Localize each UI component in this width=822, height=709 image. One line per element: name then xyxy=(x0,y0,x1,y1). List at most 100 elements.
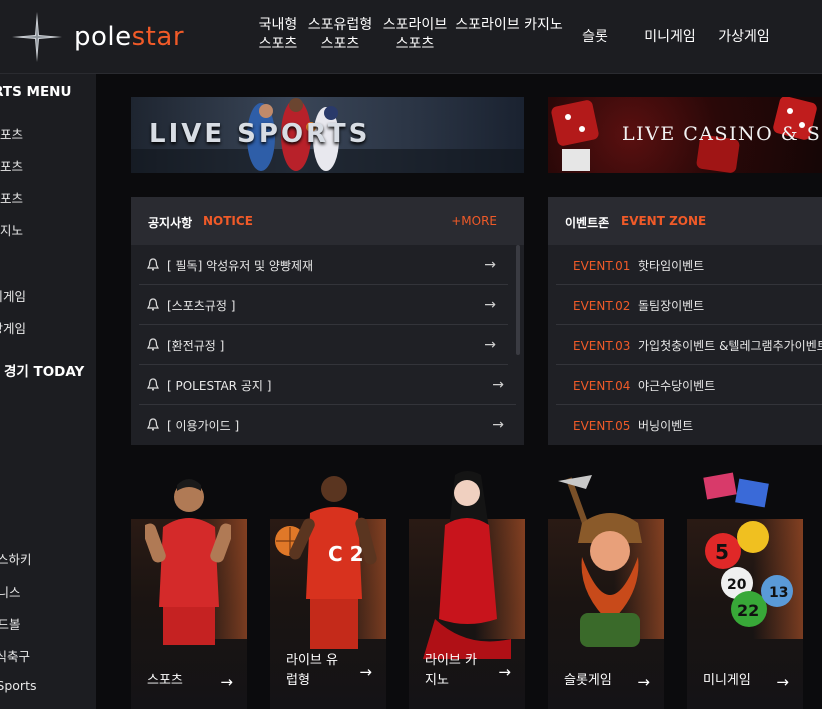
dwarf-character-image xyxy=(558,475,642,647)
sidebar: SPORTS MENU 국내형 스포츠 유럽형 스포츠 라이브 스포츠 라이브 … xyxy=(0,74,96,709)
event-item[interactable]: EVENT.05 버닝이벤트 xyxy=(556,405,822,445)
category-card-live-european[interactable]: C 2 라이브 유럽형 → xyxy=(270,476,386,709)
event-header: 이벤트존 EVENT ZONE xyxy=(548,197,822,245)
arrow-right-icon: → xyxy=(484,257,496,273)
category-label: 미니게임 xyxy=(703,673,751,688)
soccer-player-image xyxy=(145,479,231,645)
nav-live-sports[interactable]: 스포라이브스포츠 xyxy=(378,16,452,54)
notice-item-text: [스포츠규정 ] xyxy=(167,299,236,313)
event-number: EVENT.05 xyxy=(573,419,631,433)
event-item[interactable]: EVENT.04 야근수당이벤트 xyxy=(556,365,822,405)
event-name: 가입첫충이벤트 &텔레그램추가이벤트 xyxy=(637,339,822,353)
sidebar-today-football[interactable]: 미식축구 xyxy=(0,646,30,665)
notice-title-en: NOTICE xyxy=(203,214,253,228)
casino-host-image xyxy=(423,471,511,659)
category-card-sports[interactable]: 스포츠 → xyxy=(131,479,247,709)
bell-icon xyxy=(147,378,159,391)
sidebar-today-esports[interactable]: E-Sports xyxy=(0,678,36,693)
sidebar-menu-title: SPORTS MENU xyxy=(0,84,72,100)
sidebar-today-tennis[interactable]: 테니스 xyxy=(0,582,21,601)
arrow-right-icon: → xyxy=(492,417,504,433)
sidebar-item-live-sports[interactable]: 라이브 스포츠 xyxy=(0,188,23,207)
event-panel: 이벤트존 EVENT ZONE EVENT.01 핫타임이벤트 EVENT.02… xyxy=(548,197,822,445)
arrow-right-icon: → xyxy=(498,663,511,681)
logo-text-part1: pole xyxy=(74,22,132,52)
notice-item-text: [ 필독] 악성유저 및 양빵제재 xyxy=(167,259,314,273)
nav-slot[interactable]: 슬롯 xyxy=(580,28,610,47)
sidebar-item-minigame[interactable]: 미니게임 xyxy=(0,286,26,305)
event-title-en: EVENT ZONE xyxy=(621,214,707,228)
event-number: EVENT.04 xyxy=(573,379,631,393)
arrow-right-icon: → xyxy=(637,673,650,691)
logo-text-part2: star xyxy=(131,22,185,52)
event-item[interactable]: EVENT.02 돌팀장이벤트 xyxy=(556,285,822,325)
event-item[interactable]: EVENT.03 가입첫충이벤트 &텔레그램추가이벤트 xyxy=(556,325,822,365)
svg-text:13: 13 xyxy=(769,585,788,601)
logo-text: polestar xyxy=(74,22,184,52)
lottery-balls-image: 5 20 22 13 xyxy=(703,472,793,627)
category-label: 라이브 유럽형 xyxy=(286,653,338,688)
notice-item[interactable]: [ 이용가이드 ] → xyxy=(139,405,516,445)
arrow-right-icon: → xyxy=(484,337,496,353)
notice-panel: 공지사항 NOTICE +MORE [ 필독] 악성유저 및 양빵제재 → [스… xyxy=(131,197,524,445)
banner-live-sports-text: LIVE SPORTS xyxy=(149,119,371,149)
live-casino-banner[interactable]: LIVE CASINO & SLOT xyxy=(548,97,822,173)
category-card-live-casino[interactable]: 라이브 카지노 → xyxy=(409,471,525,709)
notice-item[interactable]: [ POLESTAR 공지 ] → xyxy=(139,365,516,405)
bell-icon xyxy=(147,298,159,311)
event-name: 야근수당이벤트 xyxy=(637,379,716,393)
arrow-right-icon: → xyxy=(484,297,496,313)
nav-virtual-game[interactable]: 가상게임 xyxy=(714,28,774,47)
category-card-slot[interactable]: 슬롯게임 → xyxy=(548,475,664,709)
category-card-minigame[interactable]: 5 20 22 13 미니게임 → xyxy=(687,472,803,709)
event-number: EVENT.01 xyxy=(573,259,631,273)
sidebar-item-live-casino[interactable]: 라이브 카지노 xyxy=(0,220,23,239)
bell-icon xyxy=(147,258,159,271)
svg-text:5: 5 xyxy=(715,540,729,564)
svg-text:22: 22 xyxy=(737,601,759,620)
notice-item-text: [ 이용가이드 ] xyxy=(167,419,240,433)
category-label: 스포츠 xyxy=(147,673,183,688)
notice-item[interactable]: [환전규정 ] → xyxy=(139,325,508,365)
notice-item[interactable]: [스포츠규정 ] → xyxy=(139,285,508,325)
event-number: EVENT.03 xyxy=(573,339,631,353)
sidebar-item-european-sports[interactable]: 유럽형 스포츠 xyxy=(0,156,23,175)
category-label: 라이브 카지노 xyxy=(425,653,477,688)
event-name: 버닝이벤트 xyxy=(637,419,694,433)
event-title-kr: 이벤트존 xyxy=(565,216,610,230)
nav-european-sports[interactable]: 스포유럽형스포츠 xyxy=(304,16,376,54)
sidebar-item-domestic-sports[interactable]: 국내형 스포츠 xyxy=(0,124,23,143)
live-sports-banner[interactable]: LIVE SPORTS xyxy=(131,97,524,173)
arrow-right-icon: → xyxy=(359,663,372,681)
event-number: EVENT.02 xyxy=(573,299,631,313)
nav-live-casino[interactable]: 스포라이브 카지노 xyxy=(454,16,564,35)
event-item[interactable]: EVENT.01 핫타임이벤트 xyxy=(556,245,822,285)
banner-live-casino-text: LIVE CASINO & SLOT xyxy=(622,123,822,145)
event-name: 핫타임이벤트 xyxy=(637,259,705,273)
notice-more-link[interactable]: +MORE xyxy=(451,214,497,228)
sidebar-today-icehockey[interactable]: 아이스하키 xyxy=(0,549,32,568)
svg-text:C 2: C 2 xyxy=(328,542,364,566)
notice-scrollbar[interactable] xyxy=(516,245,520,355)
category-label: 슬롯게임 xyxy=(564,673,612,688)
arrow-right-icon: → xyxy=(220,673,233,691)
nav-domestic-sports[interactable]: 국내형스포츠 xyxy=(254,16,302,54)
notice-item-text: [ POLESTAR 공지 ] xyxy=(167,379,272,393)
sidebar-item-virtual-game[interactable]: 가상게임 xyxy=(0,318,26,337)
sidebar-today-title: 오늘의 경기 TODAY xyxy=(0,364,85,380)
notice-title-kr: 공지사항 xyxy=(148,216,193,230)
top-header: polestar 국내형스포츠 스포유럽형스포츠 스포라이브스포츠 스포라이브 … xyxy=(0,0,822,74)
star-logo-icon xyxy=(12,12,62,62)
notice-item-text: [환전규정 ] xyxy=(167,339,225,353)
arrow-right-icon: → xyxy=(776,673,789,691)
sidebar-today-handball[interactable]: 핸드볼 xyxy=(0,614,21,633)
svg-text:20: 20 xyxy=(727,577,747,593)
nav-minigame[interactable]: 미니게임 xyxy=(640,28,700,47)
basketball-player-image: C 2 xyxy=(275,476,377,649)
notice-item[interactable]: [ 필독] 악성유저 및 양빵제재 → xyxy=(139,245,508,285)
bell-icon xyxy=(147,418,159,431)
notice-header: 공지사항 NOTICE +MORE xyxy=(131,197,524,245)
event-name: 돌팀장이벤트 xyxy=(637,299,705,313)
logo[interactable]: polestar xyxy=(12,12,202,62)
arrow-right-icon: → xyxy=(492,377,504,393)
